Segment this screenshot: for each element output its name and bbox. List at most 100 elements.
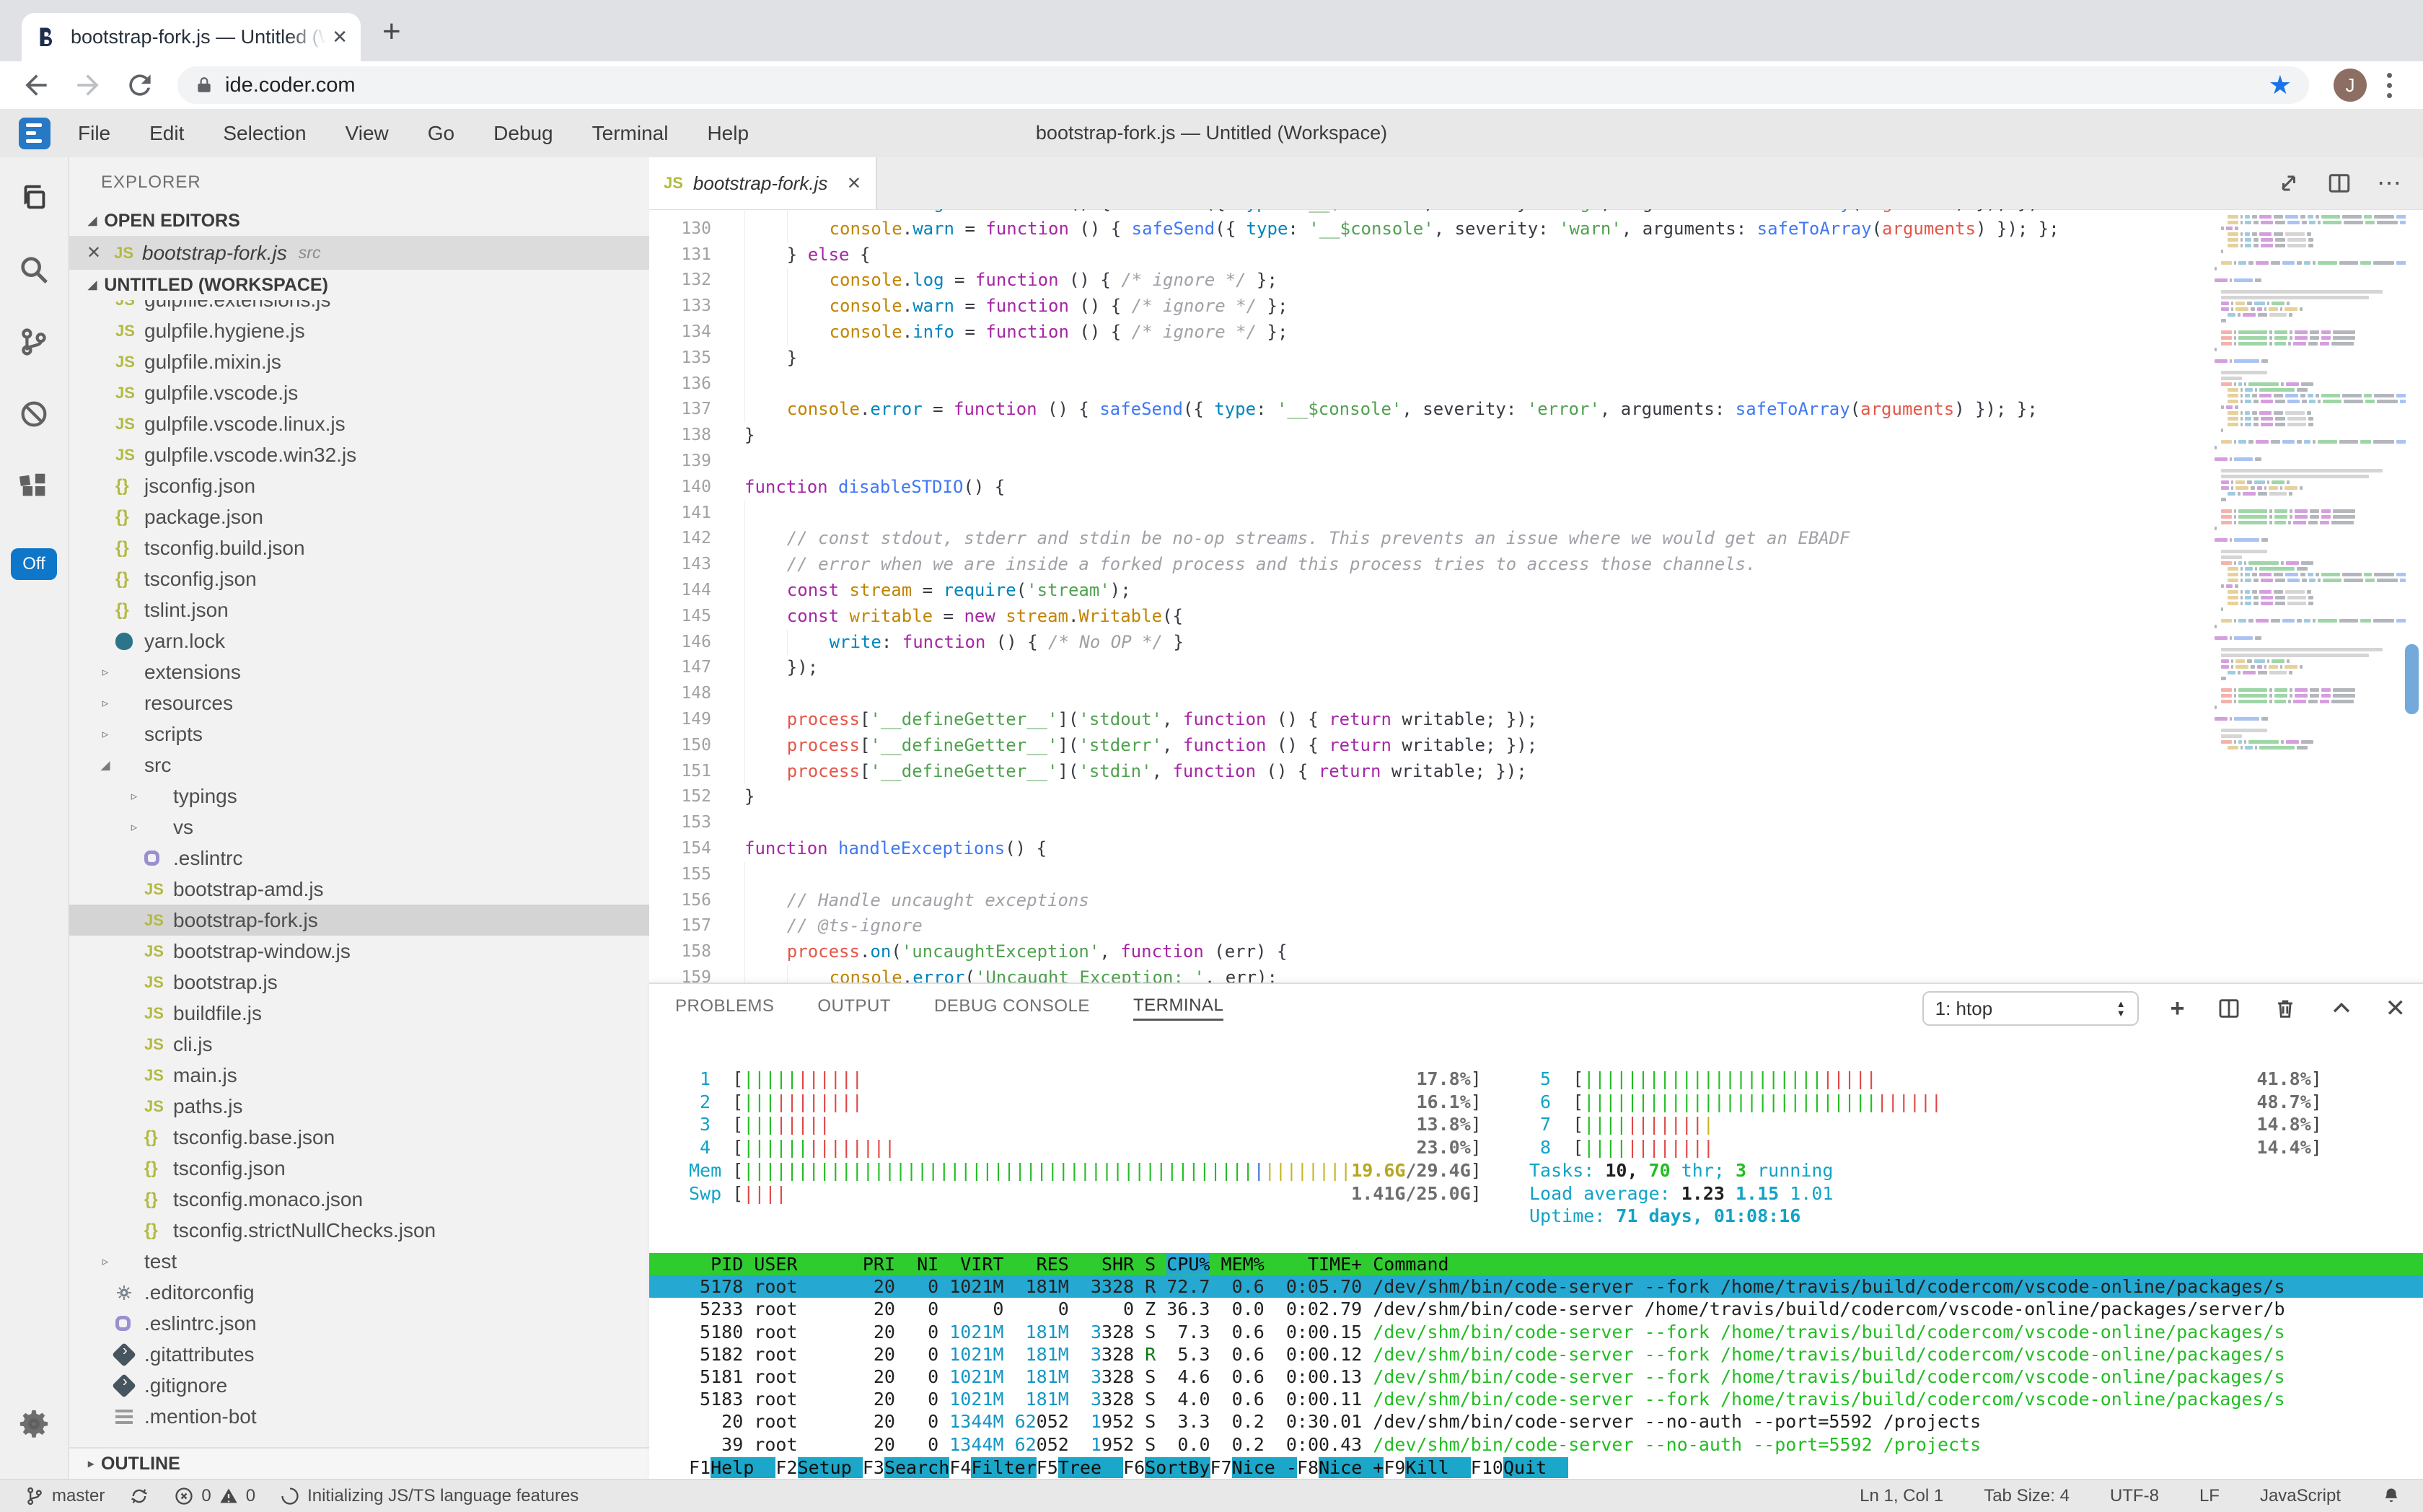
fkey-action[interactable]: SortBy [1145, 1457, 1210, 1478]
tree-item[interactable]: ▹test [69, 1246, 649, 1277]
fkey-action[interactable]: Tree [1058, 1457, 1123, 1478]
tree-item[interactable]: {}tsconfig.base.json [69, 1122, 649, 1153]
menu-debug[interactable]: Debug [493, 122, 553, 145]
process-row[interactable]: 5233 root 20 0 0 0 0 Z 36.3 0.0 0:02.79 … [649, 1298, 2423, 1320]
more-actions-icon[interactable]: ⋯ [2377, 169, 2403, 198]
tree-item[interactable]: {}tsconfig.strictNullChecks.json [69, 1215, 649, 1246]
tree-item[interactable]: ◢src [69, 750, 649, 781]
off-badge[interactable]: Off [11, 548, 57, 580]
fkey-f4[interactable]: F4 [949, 1457, 971, 1478]
eol-indicator[interactable]: LF [2199, 1486, 2220, 1506]
fkey-f6[interactable]: F6 [1123, 1457, 1145, 1478]
language-status-message[interactable]: Initializing JS/TS language features [280, 1486, 579, 1506]
branch-indicator[interactable]: master [25, 1486, 105, 1506]
panel-tab-problems[interactable]: PROBLEMS [675, 996, 774, 1019]
tree-item[interactable]: .eslintrc [69, 843, 649, 874]
source-control-icon[interactable] [0, 306, 69, 378]
encoding-indicator[interactable]: UTF-8 [2110, 1486, 2159, 1506]
terminal-select[interactable]: 1: htop ▲▼ [1922, 991, 2139, 1026]
tree-item[interactable]: JSgulpfile.hygiene.js [69, 315, 649, 346]
open-editors-header[interactable]: ◢ OPEN EDITORS [69, 206, 649, 236]
menu-help[interactable]: Help [707, 122, 749, 145]
tree-item[interactable]: JScli.js [69, 1029, 649, 1060]
process-row[interactable]: 5181 root 20 0 1021M 181M 3328 S 4.6 0.6… [649, 1366, 2423, 1388]
browser-tab[interactable]: bootstrap-fork.js — Untitled (W ✕ [22, 13, 361, 61]
fkey-f2[interactable]: F2 [775, 1457, 797, 1478]
tree-item[interactable]: .gitignore [69, 1370, 649, 1401]
problems-indicator[interactable]: 0 0 [174, 1486, 255, 1506]
panel-tab-debug-console[interactable]: DEBUG CONSOLE [934, 996, 1090, 1019]
process-row[interactable]: 5180 root 20 0 1021M 181M 3328 S 7.3 0.6… [649, 1321, 2423, 1343]
close-icon[interactable]: ✕ [87, 242, 101, 263]
fkey-action[interactable]: Nice + [1319, 1457, 1384, 1478]
browser-menu-icon[interactable] [2387, 73, 2392, 98]
tree-item[interactable]: ▹resources [69, 687, 649, 718]
tree-item[interactable]: JSgulpfile.extensions.js [69, 300, 649, 315]
process-row[interactable]: 39 root 20 0 1344M 62052 1952 S 0.0 0.2 … [649, 1433, 2423, 1456]
panel-tab-terminal[interactable]: TERMINAL [1133, 995, 1223, 1021]
forward-icon[interactable] [72, 69, 104, 101]
tree-item[interactable]: {}package.json [69, 501, 649, 532]
process-row[interactable]: 20 root 20 0 1344M 62052 1952 S 3.3 0.2 … [649, 1410, 2423, 1433]
tree-item[interactable]: JSbootstrap-amd.js [69, 874, 649, 905]
menu-file[interactable]: File [78, 122, 110, 145]
tree-item[interactable]: .gitattributes [69, 1339, 649, 1370]
menu-terminal[interactable]: Terminal [592, 122, 669, 145]
debug-icon[interactable] [0, 378, 69, 450]
menu-selection[interactable]: Selection [223, 122, 306, 145]
reload-icon[interactable] [124, 69, 156, 101]
fkey-f1[interactable]: F1 [689, 1457, 711, 1478]
editor-tab[interactable]: JS bootstrap-fork.js ✕ [649, 157, 877, 209]
tab-close-icon[interactable]: ✕ [847, 173, 861, 194]
tree-item[interactable]: JSbootstrap-fork.js [69, 905, 649, 936]
tree-item[interactable]: {}tsconfig.build.json [69, 532, 649, 563]
editor-scrollbar-thumb[interactable] [2405, 644, 2419, 714]
menu-edit[interactable]: Edit [149, 122, 184, 145]
back-icon[interactable] [20, 69, 52, 101]
minimap[interactable] [2215, 209, 2406, 983]
htop-process-table[interactable]: PID USER PRI NI VIRT RES SHR S CPU% MEM%… [649, 1253, 2423, 1456]
tree-item[interactable]: .mention-bot [69, 1401, 649, 1432]
tree-item[interactable]: ▹scripts [69, 718, 649, 750]
new-terminal-icon[interactable]: + [2171, 995, 2185, 1023]
process-row[interactable]: 5182 root 20 0 1021M 181M 3328 R 5.3 0.6… [649, 1343, 2423, 1366]
tab-size-indicator[interactable]: Tab Size: 4 [1984, 1486, 2070, 1506]
htop-function-key-bar[interactable]: F1Help F2Setup F3SearchF4FilterF5Tree F6… [649, 1457, 2423, 1480]
tree-item[interactable]: JSmain.js [69, 1060, 649, 1091]
tree-item[interactable]: JSgulpfile.vscode.linux.js [69, 408, 649, 439]
tree-item[interactable]: {}tsconfig.json [69, 563, 649, 594]
menu-go[interactable]: Go [428, 122, 454, 145]
fkey-f5[interactable]: F5 [1037, 1457, 1058, 1478]
tree-item[interactable]: yarn.lock [69, 625, 649, 656]
panel-tab-output[interactable]: OUTPUT [817, 996, 891, 1019]
tab-close-icon[interactable]: ✕ [332, 26, 348, 48]
tree-item[interactable]: JSbootstrap.js [69, 967, 649, 998]
tree-item[interactable]: ▹extensions [69, 656, 649, 687]
fkey-f7[interactable]: F7 [1210, 1457, 1232, 1478]
toggle-layout-icon[interactable] [2326, 170, 2352, 196]
url-field[interactable]: ide.coder.com ★ [177, 66, 2309, 104]
tree-item[interactable]: ▹typings [69, 781, 649, 812]
open-editor-item[interactable]: ✕ JS bootstrap-fork.js src [69, 236, 649, 270]
tree-item[interactable]: .eslintrc.json [69, 1308, 649, 1339]
fkey-action[interactable]: Search [884, 1457, 949, 1478]
tree-item[interactable]: JSbootstrap-window.js [69, 936, 649, 967]
tree-item[interactable]: JSgulpfile.vscode.win32.js [69, 439, 649, 470]
new-tab-button[interactable]: + [382, 16, 401, 48]
search-icon[interactable] [0, 234, 69, 306]
workspace-header[interactable]: ◢ UNTITLED (WORKSPACE) [69, 270, 649, 300]
fkey-action[interactable]: Setup [798, 1457, 863, 1478]
tree-item[interactable]: JSgulpfile.mixin.js [69, 346, 649, 377]
fkey-action[interactable]: Filter [971, 1457, 1036, 1478]
process-row[interactable]: 5178 root 20 0 1021M 181M 3328 R 72.7 0.… [649, 1275, 2423, 1298]
outline-header[interactable]: ▸ OUTLINE [69, 1447, 649, 1479]
profile-avatar[interactable]: J [2334, 69, 2367, 102]
process-row[interactable]: 5183 root 20 0 1021M 181M 3328 S 4.0 0.6… [649, 1388, 2423, 1410]
language-mode[interactable]: JavaScript [2260, 1486, 2341, 1506]
fkey-f3[interactable]: F3 [863, 1457, 884, 1478]
fkey-f8[interactable]: F8 [1297, 1457, 1319, 1478]
tree-item[interactable]: .editorconfig [69, 1277, 649, 1308]
cursor-position[interactable]: Ln 1, Col 1 [1860, 1486, 1943, 1506]
notifications-bell[interactable] [2381, 1486, 2401, 1506]
tree-item[interactable]: JSpaths.js [69, 1091, 649, 1122]
